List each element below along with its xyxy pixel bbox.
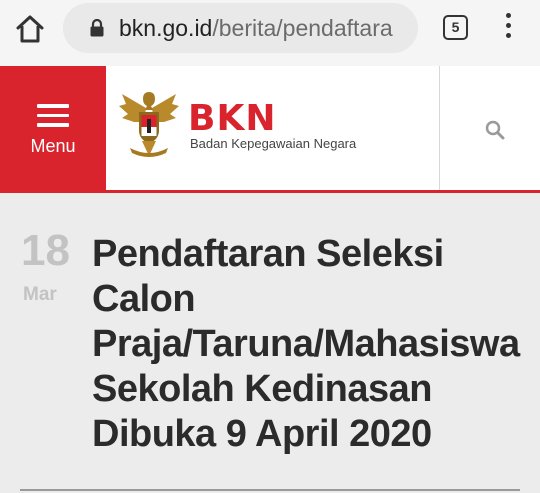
search-icon[interactable] <box>484 119 506 141</box>
address-bar[interactable]: bkn.go.id/berita/pendaftara <box>63 3 418 53</box>
url-domain: bkn.go.id <box>119 15 213 41</box>
menu-label: Menu <box>30 136 76 156</box>
brand-subtitle: Badan Kepegawaian Negara <box>190 136 357 151</box>
menu-button[interactable]: Menu <box>0 66 106 190</box>
garuda-emblem-icon <box>119 92 179 157</box>
home-icon[interactable] <box>14 14 46 44</box>
hamburger-icon <box>37 104 69 128</box>
header-divider <box>439 66 440 190</box>
article-date-day: 18 <box>21 226 70 275</box>
browser-toolbar: bkn.go.id/berita/pendaftara 5 <box>0 0 540 66</box>
more-options-icon[interactable] <box>498 13 518 43</box>
article-title: Pendaftaran Seleksi Calon Praja/Taruna/M… <box>92 233 520 455</box>
lock-icon <box>90 19 104 37</box>
article-date-month: Mar <box>23 284 57 305</box>
url-path: /berita/pendaftara <box>212 15 393 41</box>
site-header: Menu BKN Badan Kepegawaian Negara <box>0 66 540 193</box>
brand-name: BKN <box>188 98 277 139</box>
site-logo[interactable]: BKN Badan Kepegawaian Negara <box>116 86 416 166</box>
tab-switcher-button[interactable]: 5 <box>443 15 468 40</box>
divider <box>20 489 520 491</box>
url-text: bkn.go.id/berita/pendaftara <box>119 15 393 42</box>
